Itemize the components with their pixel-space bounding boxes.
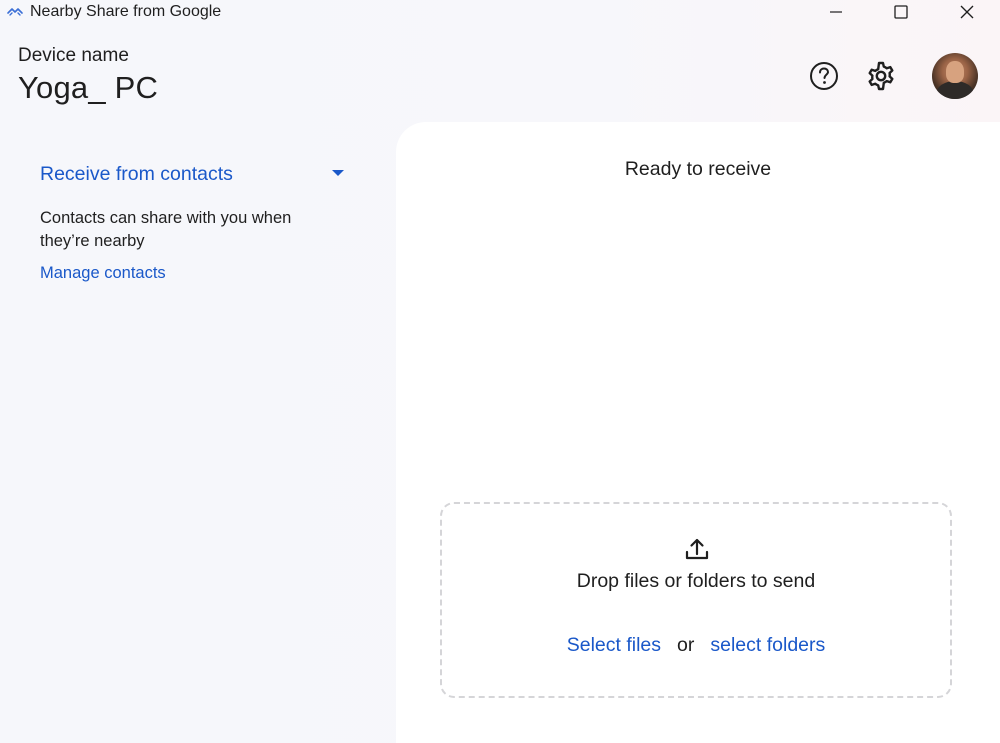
select-files-link[interactable]: Select files xyxy=(567,634,661,656)
help-circle-icon xyxy=(810,62,838,90)
device-name-label: Device name xyxy=(18,45,129,66)
receive-mode-label: Receive from contacts xyxy=(40,162,233,185)
account-avatar[interactable] xyxy=(932,53,978,99)
main-panel: Ready to receive Drop files or folders t… xyxy=(396,122,1000,743)
manage-contacts-link[interactable]: Manage contacts xyxy=(40,264,166,283)
maximize-icon xyxy=(894,5,908,19)
receive-mode-description: Contacts can share with you when they’re… xyxy=(40,209,292,250)
drop-prompt: Drop files or folders to send xyxy=(576,570,816,592)
or-text: or xyxy=(677,634,695,656)
receive-mode-dropdown[interactable]: Receive from contacts xyxy=(40,160,350,188)
avatar-body xyxy=(936,81,974,99)
window-title: Nearby Share from Google xyxy=(30,3,222,20)
minimize-icon xyxy=(830,11,842,13)
minimize-button[interactable] xyxy=(803,0,869,24)
avatar-face xyxy=(946,61,964,83)
drop-zone[interactable]: Drop files or folders to send Select fil… xyxy=(440,502,952,698)
nearby-share-icon xyxy=(7,8,23,16)
select-folders-link[interactable]: select folders xyxy=(710,634,825,656)
title-bar: Nearby Share from Google xyxy=(0,0,1000,30)
receive-status: Ready to receive xyxy=(624,158,772,180)
help-button[interactable] xyxy=(806,58,842,94)
settings-button[interactable] xyxy=(863,58,899,94)
select-row: Select files or select folders xyxy=(442,634,950,660)
caret-down-icon xyxy=(332,170,344,176)
device-name: Yoga_ PC xyxy=(18,70,159,105)
app-window: Nearby Share from Google Device name Yog… xyxy=(0,0,1000,743)
gear-icon xyxy=(868,61,894,91)
close-button[interactable] xyxy=(934,0,1000,24)
upload-icon xyxy=(685,538,709,560)
close-icon xyxy=(960,5,974,19)
maximize-button[interactable] xyxy=(868,0,934,24)
